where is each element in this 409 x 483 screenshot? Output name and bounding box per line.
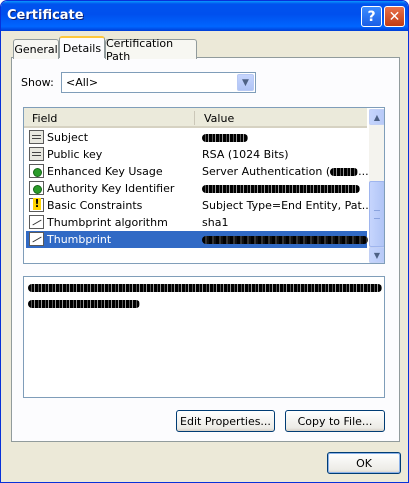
tab-details-label: Details xyxy=(62,41,102,55)
close-button[interactable]: ✕ xyxy=(384,6,405,27)
help-icon: ? xyxy=(367,8,376,25)
tab-certification-path-label: Certification Path xyxy=(106,36,174,63)
row-value: Subject Type=End Entity, Pat... xyxy=(202,199,373,212)
table-row[interactable]: Public key RSA (1024 Bits) xyxy=(26,146,367,163)
critical-extension-icon xyxy=(29,198,44,212)
title-bar[interactable]: Certificate ? ✕ xyxy=(1,1,408,31)
row-value-redacted xyxy=(202,182,360,195)
tab-certification-path[interactable]: Certification Path xyxy=(105,37,197,63)
signature-icon xyxy=(29,232,44,246)
row-field: Subject xyxy=(47,131,89,144)
value-detail-box[interactable] xyxy=(23,276,385,398)
edit-properties-button[interactable]: Edit Properties... xyxy=(176,410,275,432)
extension-icon xyxy=(29,164,44,178)
row-field: Thumbprint xyxy=(47,233,112,246)
column-header-field[interactable]: Field xyxy=(32,112,57,125)
vertical-scrollbar[interactable]: ▲ ▼ xyxy=(369,109,384,263)
table-row[interactable]: Subject xyxy=(26,129,367,146)
chevron-down-icon[interactable]: ▼ xyxy=(237,74,254,91)
ok-label: OK xyxy=(356,456,372,470)
close-icon: ✕ xyxy=(388,8,401,25)
show-dropdown-value: <All> xyxy=(66,76,99,89)
scroll-up-icon[interactable]: ▲ xyxy=(369,109,384,125)
row-field: Authority Key Identifier xyxy=(47,182,175,195)
detail-line-redacted xyxy=(28,281,382,295)
row-value: Server Authentication (.... xyxy=(202,165,373,178)
signature-icon xyxy=(29,215,44,229)
certificate-dialog: Certificate ? ✕ General Details Certific… xyxy=(0,0,409,483)
edit-properties-label: Edit Properties... xyxy=(180,414,271,428)
table-row[interactable]: Thumbprint algorithm sha1 xyxy=(26,214,367,231)
certificate-field-icon xyxy=(29,147,44,161)
column-header-value[interactable]: Value xyxy=(204,112,234,125)
tab-details[interactable]: Details xyxy=(59,36,105,58)
row-value: RSA (1024 Bits) xyxy=(202,148,289,161)
ok-button[interactable]: OK xyxy=(327,452,401,474)
row-field: Basic Constraints xyxy=(47,199,143,212)
window-title: Certificate xyxy=(7,8,84,23)
fields-list[interactable]: Field Value Subject Public key RSA (1024… xyxy=(23,107,385,264)
detail-line-redacted xyxy=(28,297,380,311)
table-row[interactable]: Authority Key Identifier xyxy=(26,180,367,197)
scroll-thumb[interactable] xyxy=(369,181,384,247)
extension-icon xyxy=(29,181,44,195)
row-field: Enhanced Key Usage xyxy=(47,165,163,178)
tab-general-label: General xyxy=(14,43,58,56)
table-row[interactable]: Enhanced Key Usage Server Authentication… xyxy=(26,163,372,180)
show-label: Show: xyxy=(21,76,54,89)
list-header: Field Value xyxy=(24,108,367,128)
row-value-redacted xyxy=(202,131,248,144)
certificate-field-icon xyxy=(29,130,44,144)
table-row[interactable]: Basic Constraints Subject Type=End Entit… xyxy=(26,197,372,214)
copy-to-file-label: Copy to File... xyxy=(297,414,373,428)
copy-to-file-button[interactable]: Copy to File... xyxy=(285,410,385,432)
column-divider[interactable] xyxy=(194,111,195,125)
scroll-down-icon[interactable]: ▼ xyxy=(369,247,384,263)
tab-general[interactable]: General xyxy=(13,39,59,59)
row-field: Thumbprint algorithm xyxy=(47,216,168,229)
row-value: sha1 xyxy=(202,216,229,229)
help-button[interactable]: ? xyxy=(361,6,382,27)
row-value-redacted xyxy=(202,233,368,246)
show-dropdown[interactable]: <All> ▼ xyxy=(61,72,256,93)
row-field: Public key xyxy=(47,148,103,161)
table-row-selected[interactable]: Thumbprint xyxy=(26,231,368,248)
